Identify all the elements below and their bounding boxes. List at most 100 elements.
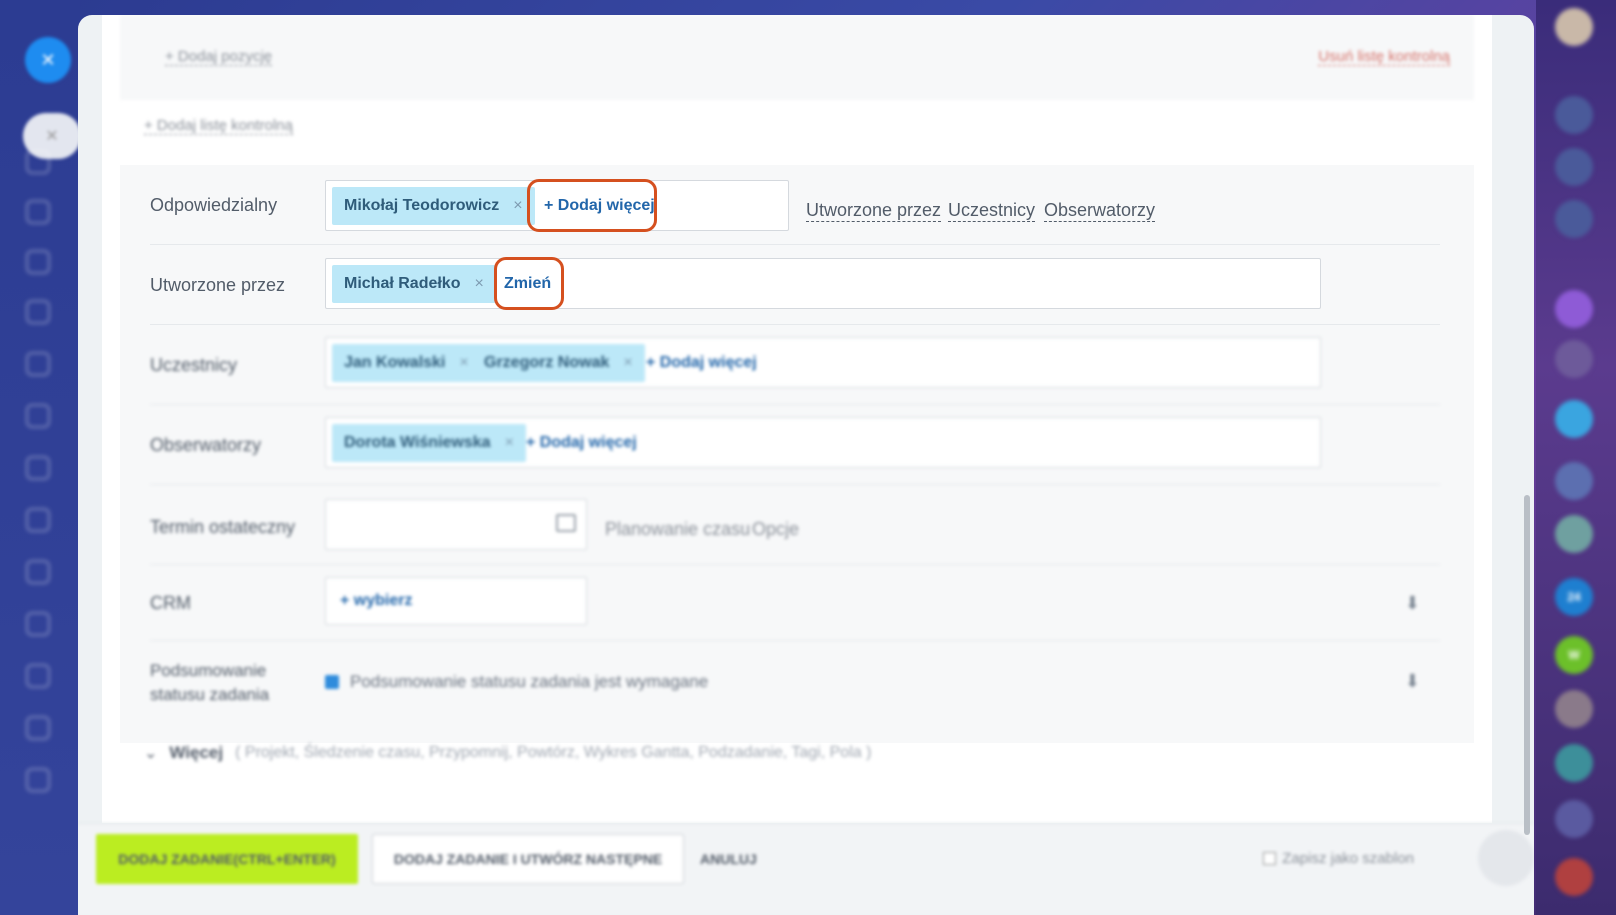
chevron-down-icon[interactable]: ⌄ bbox=[144, 743, 157, 763]
observers-add-more-button[interactable]: + Dodaj więcej bbox=[518, 424, 645, 462]
remove-chip-icon[interactable]: × bbox=[623, 354, 632, 372]
created-by-label: Utworzone przez bbox=[150, 275, 286, 295]
options-link[interactable]: Opcje bbox=[752, 519, 799, 540]
remove-chip-icon[interactable]: × bbox=[459, 354, 468, 372]
add-checklist-link[interactable]: + Dodaj listę kontrolną bbox=[144, 117, 293, 135]
checklist-section: + Dodaj pozycję Usuń listę kontrolną bbox=[120, 15, 1474, 100]
responsible-row: Odpowiedzialny Mikołaj Teodorowicz × + D… bbox=[150, 165, 1440, 245]
crm-label: CRM bbox=[150, 593, 191, 613]
add-task-button[interactable]: DODAJ ZADANIE(CTRL+ENTER) bbox=[96, 834, 358, 884]
task-form-body: + Dodaj pozycję Usuń listę kontrolną + D… bbox=[102, 15, 1492, 823]
cube-icon[interactable] bbox=[26, 768, 50, 792]
crm-row: CRM + wybierz ⬇ bbox=[150, 565, 1440, 641]
notifications-icon[interactable] bbox=[1555, 96, 1593, 134]
cart-icon[interactable] bbox=[26, 352, 50, 376]
group-avatar[interactable] bbox=[1555, 400, 1593, 438]
responsible-chip-label: Mikołaj Teodorowicz bbox=[344, 197, 500, 214]
observers-label: Obserwatorzy bbox=[150, 435, 262, 455]
pin-icon[interactable]: ⬇ bbox=[1405, 671, 1420, 692]
pin-icon[interactable]: ⬇ bbox=[1405, 593, 1420, 614]
participant-chip: Grzegorz Nowak × bbox=[472, 344, 645, 382]
summary-checkbox[interactable] bbox=[325, 675, 339, 689]
crm-field[interactable]: + wybierz bbox=[325, 577, 587, 625]
highlight-box bbox=[494, 257, 564, 310]
highlight-box bbox=[527, 179, 657, 232]
pen-icon[interactable] bbox=[26, 612, 50, 636]
participant-chip-label: Grzegorz Nowak bbox=[484, 354, 610, 371]
store-icon[interactable] bbox=[26, 404, 50, 428]
responsible-label: Odpowiedzialny bbox=[150, 195, 278, 215]
scrollbar[interactable] bbox=[1524, 495, 1530, 835]
cancel-button[interactable]: ANULUJ bbox=[700, 834, 757, 884]
participants-row: Uczestnicy Jan Kowalski × Grzegorz Nowak… bbox=[150, 325, 1440, 405]
add-position-link[interactable]: + Dodaj pozycję bbox=[165, 48, 273, 66]
users-icon[interactable] bbox=[26, 716, 50, 740]
remove-chip-icon[interactable]: × bbox=[513, 197, 522, 215]
video-call-icon[interactable] bbox=[1555, 858, 1593, 896]
chat-avatar[interactable] bbox=[1555, 290, 1593, 328]
bitrix24-icon[interactable]: 24 bbox=[1555, 578, 1593, 616]
participant-chip: Jan Kowalski × bbox=[332, 344, 481, 382]
funnel-icon[interactable] bbox=[26, 300, 50, 324]
side-link-observers[interactable]: Obserwatorzy bbox=[1044, 200, 1156, 222]
close-icon[interactable]: ✕ bbox=[25, 37, 71, 83]
calendar-icon[interactable] bbox=[556, 514, 576, 532]
deadline-input[interactable] bbox=[325, 499, 587, 550]
analytics-icon[interactable] bbox=[26, 508, 50, 532]
avatar[interactable] bbox=[1555, 800, 1593, 838]
more-label[interactable]: Więcej bbox=[169, 743, 223, 763]
right-sidebar: 24 W bbox=[1536, 0, 1616, 915]
deadline-label: Termin ostateczny bbox=[150, 517, 296, 537]
avatar[interactable] bbox=[1555, 340, 1593, 378]
remove-chip-icon[interactable]: × bbox=[474, 275, 483, 293]
time-planning-link[interactable]: Planowanie czasu bbox=[605, 519, 750, 540]
deadline-row: Termin ostateczny Planowanie czasu Opcje bbox=[150, 485, 1440, 565]
crm-select-button[interactable]: + wybierz bbox=[332, 582, 420, 620]
save-as-template[interactable]: Zapisz jako szablon bbox=[1263, 850, 1414, 867]
side-link-participants[interactable]: Uczestnicy bbox=[948, 200, 1036, 222]
participants-label: Uczestnicy bbox=[150, 355, 238, 375]
observer-chip: Dorota Wiśniewska × bbox=[332, 424, 526, 462]
avatar[interactable] bbox=[1555, 690, 1593, 728]
side-link-created-by[interactable]: Utworzone przez bbox=[806, 200, 942, 222]
tasks-icon[interactable] bbox=[26, 250, 50, 274]
menu-icon[interactable] bbox=[1478, 830, 1534, 886]
remove-chip-icon[interactable]: × bbox=[505, 434, 514, 452]
summary-label-line1: Podsumowanie bbox=[150, 661, 267, 680]
save-template-checkbox[interactable] bbox=[1263, 852, 1277, 865]
observer-chip-label: Dorota Wiśniewska bbox=[344, 434, 491, 451]
remove-checklist-link[interactable]: Usuń listę kontrolną bbox=[1318, 48, 1450, 66]
created-by-chip: Michał Radełko × bbox=[332, 265, 496, 303]
avatar[interactable] bbox=[1555, 462, 1593, 500]
avatar[interactable]: W bbox=[1555, 636, 1593, 674]
form-footer: DODAJ ZADANIE(CTRL+ENTER) DODAJ ZADANIE … bbox=[78, 823, 1534, 915]
summary-row: Podsumowanie statusu zadania Podsumowani… bbox=[150, 641, 1440, 721]
mail-icon[interactable] bbox=[26, 200, 50, 224]
created-by-row: Utworzone przez Michał Radełko × Zmień bbox=[150, 245, 1440, 325]
left-sidebar: ✕ ✕ bbox=[0, 0, 81, 915]
task-form-panel: + Dodaj pozycję Usuń listę kontrolną + D… bbox=[78, 15, 1534, 915]
task-fields: Odpowiedzialny Mikołaj Teodorowicz × + D… bbox=[120, 165, 1474, 743]
participant-chip-label: Jan Kowalski bbox=[344, 354, 446, 371]
save-template-label: Zapisz jako szablon bbox=[1282, 850, 1414, 867]
add-and-create-next-button[interactable]: DODAJ ZADANIE I UTWÓRZ NASTĘPNE bbox=[372, 834, 684, 884]
observers-row: Obserwatorzy Dorota Wiśniewska × + Dodaj… bbox=[150, 405, 1440, 485]
user-avatar[interactable] bbox=[1555, 8, 1593, 46]
chat-icon[interactable] bbox=[26, 150, 50, 174]
responsible-chip: Mikołaj Teodorowicz × bbox=[332, 187, 535, 225]
telephony-icon[interactable] bbox=[1555, 200, 1593, 238]
summary-checkbox-label: Podsumowanie statusu zadania jest wymaga… bbox=[350, 672, 709, 691]
sign-icon[interactable] bbox=[26, 560, 50, 584]
more-section[interactable]: ⌄ Więcej ( Projekt, Śledzenie czasu, Prz… bbox=[144, 743, 871, 763]
avatar[interactable] bbox=[1555, 744, 1593, 782]
observers-field[interactable]: Dorota Wiśniewska × + Dodaj więcej bbox=[325, 417, 1321, 468]
participants-field[interactable]: Jan Kowalski × Grzegorz Nowak × + Dodaj … bbox=[325, 337, 1321, 388]
search-icon[interactable] bbox=[1555, 148, 1593, 186]
settings-icon[interactable] bbox=[26, 664, 50, 688]
created-by-field[interactable]: Michał Radełko × Zmień bbox=[325, 258, 1321, 309]
avatar[interactable] bbox=[1555, 515, 1593, 553]
created-by-chip-label: Michał Radełko bbox=[344, 275, 461, 292]
participants-add-more-button[interactable]: + Dodaj więcej bbox=[638, 344, 765, 382]
summary-label-line2: statusu zadania bbox=[150, 685, 270, 704]
calendar-nav-icon[interactable] bbox=[26, 456, 50, 480]
